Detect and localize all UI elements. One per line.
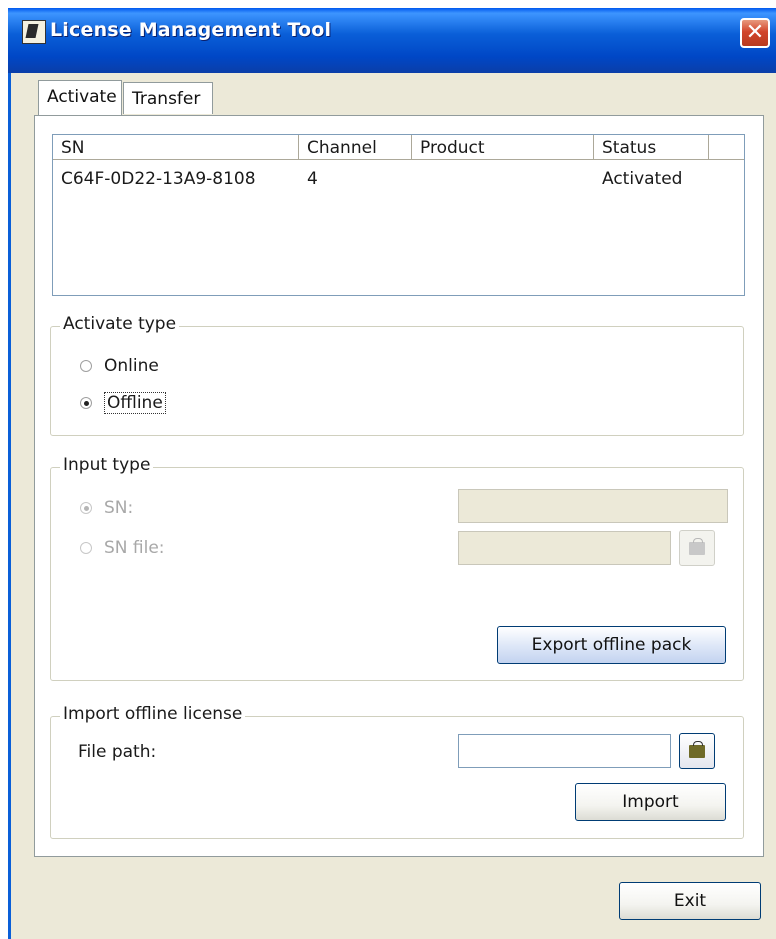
file-path-input[interactable] bbox=[458, 734, 671, 768]
row-status: Activated bbox=[602, 169, 683, 189]
input-type-label: Input type bbox=[60, 455, 154, 475]
radio-offline-circle[interactable] bbox=[80, 397, 92, 409]
radio-sn-label: SN: bbox=[104, 498, 134, 518]
column-header-sn[interactable]: SN bbox=[53, 135, 299, 159]
radio-online-circle[interactable] bbox=[80, 360, 92, 372]
title-bar-inner: License Management Tool ✕ bbox=[8, 8, 776, 73]
exit-button[interactable]: Exit bbox=[619, 882, 761, 920]
list-header: SN Channel Product Status bbox=[53, 135, 744, 160]
radio-offline-label: Offline bbox=[104, 392, 166, 414]
radio-online[interactable]: Online bbox=[80, 356, 159, 376]
row-sn: C64F-0D22-13A9-8108 bbox=[61, 169, 256, 189]
radio-sn-file[interactable]: SN file: bbox=[80, 538, 165, 558]
sn-file-input[interactable] bbox=[458, 531, 671, 565]
tab-activate[interactable]: Activate bbox=[38, 80, 122, 115]
activate-type-label: Activate type bbox=[60, 314, 180, 334]
window-title: License Management Tool bbox=[50, 19, 332, 41]
radio-online-label: Online bbox=[104, 356, 159, 376]
column-header-product[interactable]: Product bbox=[412, 135, 594, 159]
sn-file-browse-button[interactable] bbox=[679, 530, 715, 566]
app-icon bbox=[22, 20, 46, 44]
sn-input[interactable] bbox=[458, 489, 728, 523]
folder-open-icon bbox=[689, 537, 705, 555]
column-header-filler bbox=[709, 135, 744, 159]
radio-sn[interactable]: SN: bbox=[80, 498, 133, 518]
radio-sn-file-circle[interactable] bbox=[80, 542, 92, 554]
radio-sn-file-label: SN file: bbox=[104, 538, 165, 558]
title-bar: License Management Tool ✕ bbox=[8, 0, 776, 73]
column-header-channel[interactable]: Channel bbox=[299, 135, 412, 159]
file-path-browse-button[interactable] bbox=[679, 733, 715, 769]
row-channel: 4 bbox=[307, 169, 318, 189]
activate-type-group bbox=[50, 326, 744, 436]
import-button[interactable]: Import bbox=[575, 783, 726, 821]
close-button[interactable]: ✕ bbox=[740, 18, 770, 48]
tab-transfer[interactable]: Transfer bbox=[123, 82, 213, 114]
column-header-status[interactable]: Status bbox=[594, 135, 709, 159]
export-offline-pack-button[interactable]: Export offline pack bbox=[497, 626, 726, 664]
license-list[interactable]: SN Channel Product Status C64F-0D22-13A9… bbox=[52, 134, 745, 296]
import-license-label: Import offline license bbox=[60, 704, 246, 724]
folder-open-icon bbox=[689, 740, 705, 758]
file-path-label: File path: bbox=[78, 742, 157, 762]
table-row[interactable]: C64F-0D22-13A9-8108 4 Activated bbox=[53, 169, 744, 193]
radio-offline[interactable]: Offline bbox=[80, 392, 166, 414]
radio-sn-circle[interactable] bbox=[80, 502, 92, 514]
